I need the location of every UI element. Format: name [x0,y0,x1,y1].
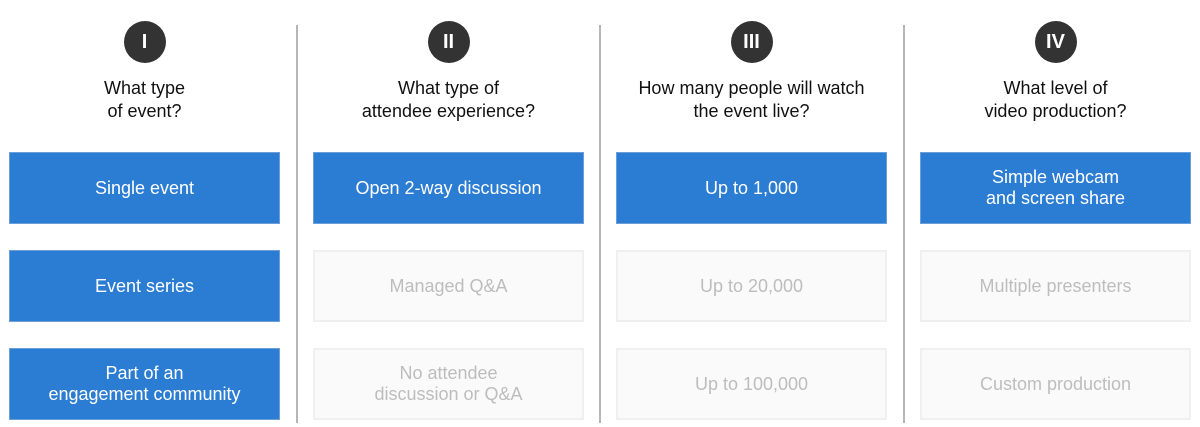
column-divider [599,25,601,423]
option-unselected[interactable]: No attendee discussion or Q&A [313,348,584,420]
step-number-badge: IV [1034,21,1077,63]
option-unselected[interactable]: Multiple presenters [920,250,1191,322]
column-4: IV What level of video production? Simple… [920,0,1191,427]
option-unselected[interactable]: Managed Q&A [313,250,584,322]
column-2: II What type of attendee experience? Open… [313,0,584,427]
question-heading: How many people will watch the event liv… [638,78,865,121]
option-selected[interactable]: Open 2-way discussion [313,152,584,224]
column-divider [903,25,905,423]
step-number-badge: I [123,21,166,63]
column-3: III How many people will watch the event… [616,0,887,427]
option-selected[interactable]: Event series [9,250,280,322]
column-1: I What type of event? Single event Event s… [9,0,280,427]
option-selected[interactable]: Simple webcam and screen share [920,152,1191,224]
option-selected[interactable]: Part of an engagement community [9,348,280,420]
option-unselected[interactable]: Up to 100,000 [616,348,887,420]
option-unselected[interactable]: Custom production [920,348,1191,420]
step-number-badge: II [427,21,470,63]
question-heading: What type of event? [103,78,186,121]
step-number-badge: III [730,21,773,63]
question-heading: What level of video production? [984,78,1127,121]
option-selected[interactable]: Up to 1,000 [616,152,887,224]
option-unselected[interactable]: Up to 20,000 [616,250,887,322]
column-divider [296,25,298,423]
option-selected[interactable]: Single event [9,152,280,224]
question-heading: What type of attendee experience? [361,78,536,121]
